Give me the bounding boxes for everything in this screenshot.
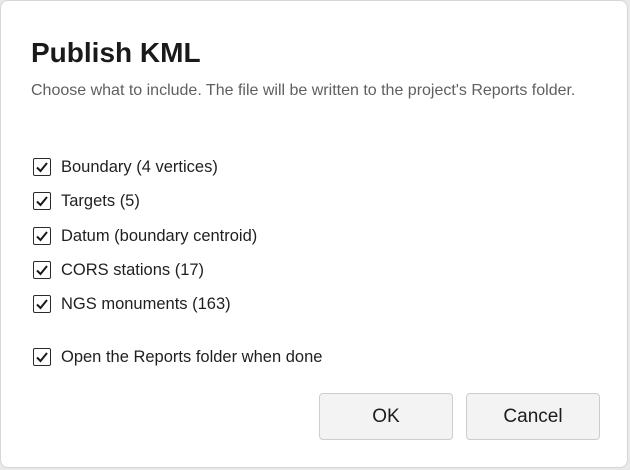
checkmark-icon [36,196,48,207]
targets-label: Targets (5) [61,191,140,210]
open-folder-checkbox-row[interactable]: Open the Reports folder when done [33,345,322,369]
checkmark-icon [36,352,48,363]
checkmark-icon [36,265,48,276]
dialog-title: Publish KML [31,37,201,68]
cors-stations-checkbox[interactable] [33,261,51,279]
dialog-description: Choose what to include. The file will be… [31,82,576,99]
checkmark-icon [36,231,48,242]
ngs-monuments-checkbox-row[interactable]: NGS monuments (163) [33,292,231,316]
datum-checkbox-row[interactable]: Datum (boundary centroid) [33,224,257,248]
datum-checkbox[interactable] [33,227,51,245]
open-folder-checkbox[interactable] [33,348,51,366]
ok-button[interactable]: OK [319,393,453,440]
boundary-label: Boundary (4 vertices) [61,157,218,176]
ngs-monuments-checkbox[interactable] [33,295,51,313]
publish-kml-dialog: Publish KML Choose what to include. The … [0,0,628,468]
checkmark-icon [36,162,48,173]
checkmark-icon [36,299,48,310]
boundary-checkbox[interactable] [33,158,51,176]
cors-stations-label: CORS stations (17) [61,260,205,279]
targets-checkbox-row[interactable]: Targets (5) [33,189,140,213]
boundary-checkbox-row[interactable]: Boundary (4 vertices) [33,155,218,179]
datum-label: Datum (boundary centroid) [61,226,258,245]
cors-stations-checkbox-row[interactable]: CORS stations (17) [33,258,204,282]
targets-checkbox[interactable] [33,192,51,210]
cancel-button[interactable]: Cancel [466,393,600,440]
open-folder-label: Open the Reports folder when done [61,347,323,366]
ngs-monuments-label: NGS monuments (163) [61,294,231,313]
